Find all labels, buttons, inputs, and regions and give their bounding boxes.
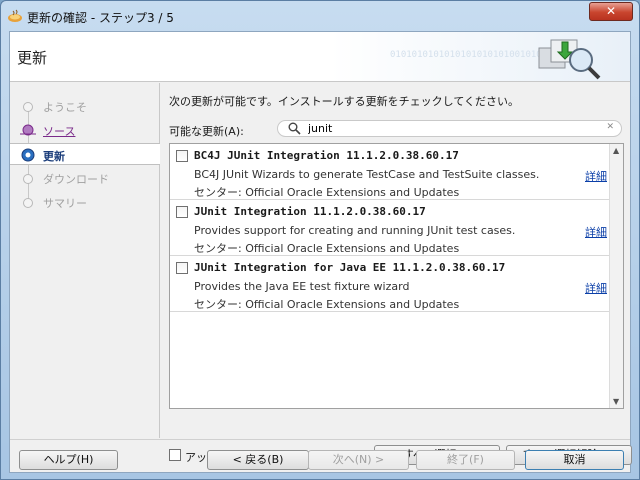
search-input[interactable] — [308, 122, 598, 135]
jdeveloper-app-icon — [8, 9, 22, 22]
finish-button[interactable]: 終了(F) — [416, 450, 515, 470]
clear-search-icon[interactable]: ✕ — [606, 122, 614, 132]
nav-step-download[interactable]: ダウンロード — [10, 167, 160, 189]
step-dot-icon — [23, 102, 33, 112]
nav-step-label: ようこそ — [43, 101, 87, 114]
list-scrollbar[interactable]: ▲ ▼ — [609, 144, 623, 408]
back-button[interactable]: < 戻る(B) — [207, 450, 309, 470]
close-button[interactable]: ✕ — [589, 2, 633, 21]
updates-list: BC4J JUnit Integration 11.1.2.0.38.60.17… — [169, 143, 624, 409]
update-row[interactable]: BC4J JUnit Integration 11.1.2.0.38.60.17… — [170, 144, 609, 200]
title-bar[interactable]: 更新の確認 - ステップ3 / 5 ✕ — [1, 1, 639, 31]
visited-step-icon — [20, 124, 36, 136]
update-row[interactable]: JUnit Integration 11.1.2.0.38.60.17 Prov… — [170, 200, 609, 256]
update-description: BC4J JUnit Wizards to generate TestCase … — [194, 168, 540, 181]
nav-step-label: ダウンロード — [43, 173, 109, 186]
update-checkbox[interactable] — [176, 262, 188, 274]
footer-divider — [10, 439, 630, 440]
help-button[interactable]: ヘルプ(H) — [19, 450, 118, 470]
step-dot-icon — [23, 174, 33, 184]
nav-step-updates[interactable]: 更新 — [10, 143, 160, 165]
binary-decoration: 01010101010101010101010010101 — [390, 50, 548, 60]
nav-step-summary[interactable]: サマリー — [10, 191, 160, 213]
update-description: Provides the Java EE test fixture wizard — [194, 280, 410, 293]
details-link[interactable]: 詳細 — [585, 280, 607, 296]
search-field[interactable]: ✕ — [277, 120, 622, 137]
window-title: 更新の確認 - ステップ3 / 5 — [27, 11, 174, 25]
update-checkbox[interactable] — [176, 206, 188, 218]
instruction-text: 次の更新が可能です。インストールする更新をチェックしてください。 — [169, 95, 520, 108]
wizard-header: 更新 01010101010101010101010010101 — [10, 32, 630, 82]
update-name: JUnit Integration for Java EE 11.1.2.0.3… — [194, 261, 506, 274]
update-row[interactable]: JUnit Integration for Java EE 11.1.2.0.3… — [170, 256, 609, 312]
search-icon — [288, 122, 301, 135]
update-name: JUnit Integration 11.1.2.0.38.60.17 — [194, 205, 426, 218]
step-dot-icon — [23, 198, 33, 208]
update-center: センター: Official Oracle Extensions and Upd… — [194, 298, 460, 311]
details-link[interactable]: 詳細 — [585, 168, 607, 184]
cancel-button[interactable]: 取消 — [525, 450, 624, 470]
current-step-icon — [21, 148, 35, 162]
next-button[interactable]: 次へ(N) > — [308, 450, 409, 470]
scroll-down-icon[interactable]: ▼ — [613, 397, 619, 406]
page-title: 更新 — [17, 49, 48, 67]
wizard-steps-nav: ようこそ ソース 更新 ダウンロード サマリー — [10, 83, 160, 438]
nav-step-label: サマリー — [43, 197, 87, 210]
update-center: センター: Official Oracle Extensions and Upd… — [194, 242, 460, 255]
update-center: センター: Official Oracle Extensions and Upd… — [194, 186, 460, 199]
close-icon: ✕ — [605, 4, 617, 18]
nav-step-label: 更新 — [43, 150, 65, 163]
scroll-up-icon[interactable]: ▲ — [613, 146, 619, 155]
update-dialog: 更新の確認 - ステップ3 / 5 ✕ 更新 01010101010101010… — [0, 0, 640, 480]
upgrades-only-checkbox[interactable] — [169, 449, 181, 461]
nav-step-source[interactable]: ソース — [10, 119, 160, 141]
nav-step-label: ソース — [43, 125, 76, 138]
nav-step-welcome[interactable]: ようこそ — [10, 95, 160, 117]
update-checkbox[interactable] — [176, 150, 188, 162]
details-link[interactable]: 詳細 — [585, 224, 607, 240]
updates-panel: 次の更新が可能です。インストールする更新をチェックしてください。 可能な更新(A… — [169, 83, 632, 465]
update-name: BC4J JUnit Integration 11.1.2.0.38.60.17 — [194, 149, 459, 162]
update-magnifier-icon — [538, 39, 601, 80]
available-updates-label: 可能な更新(A): — [169, 125, 244, 138]
dialog-client-area: 更新 01010101010101010101010010101 ようこそ ソー… — [9, 31, 632, 473]
update-description: Provides support for creating and runnin… — [194, 224, 516, 237]
